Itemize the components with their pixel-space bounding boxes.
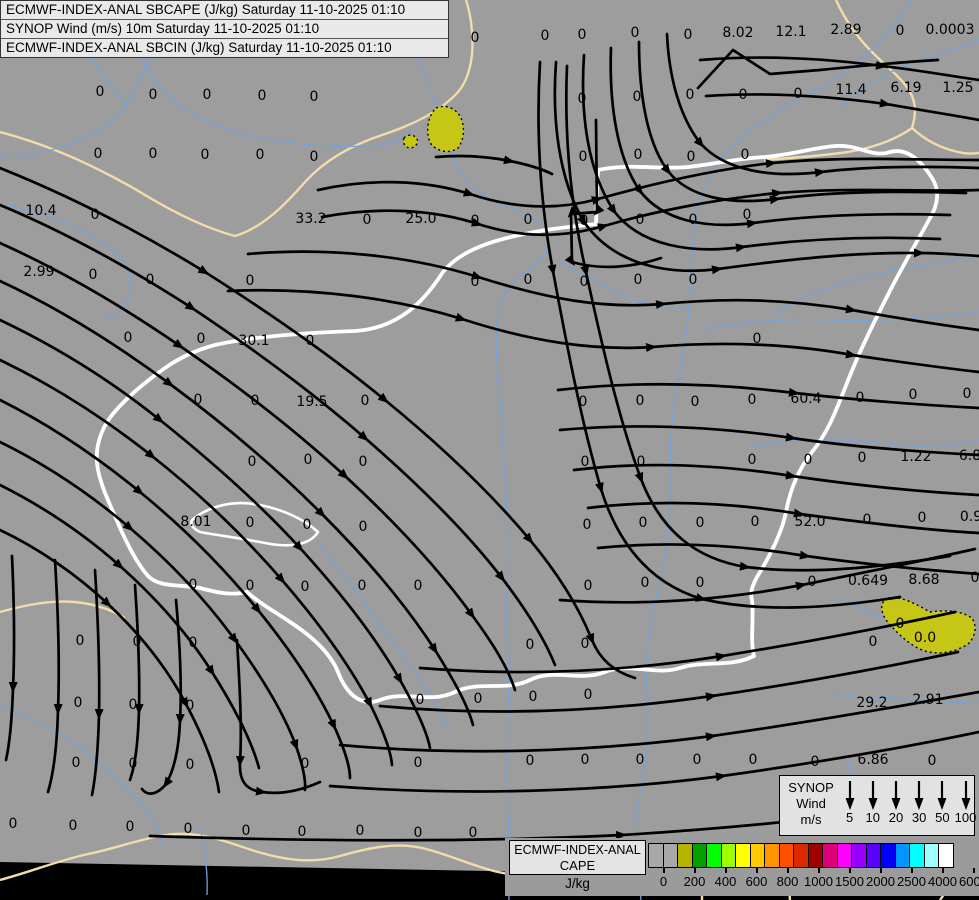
cape-color-cell (851, 843, 867, 868)
down-arrow-icon (935, 779, 949, 811)
cape-legend-source: ECMWF-INDEX-ANAL (510, 842, 645, 858)
tick-mark (880, 868, 882, 873)
cape-color-cell (706, 843, 722, 868)
down-arrow-icon (843, 779, 857, 811)
cape-color-cell (663, 843, 679, 868)
cape-colorbar-ticks: 0200400600800100015002000250040006000 (648, 868, 974, 894)
cape-color-cell (648, 843, 664, 868)
wind-speed-label: 5 (846, 810, 853, 825)
down-arrow-icon (889, 779, 903, 811)
wind-legend-scale: 5 10 20 30 50 100 (838, 779, 977, 825)
cape-color-cell (822, 843, 838, 868)
wind-legend-title: SYNOP Wind m/s (784, 780, 838, 828)
tick-mark (756, 868, 758, 873)
cape-color-cell (837, 843, 853, 868)
wind-speed-label: 50 (935, 810, 949, 825)
header-line-sbcape: ECMWF-INDEX-ANAL SBCAPE (J/kg) Saturday … (1, 1, 448, 20)
header-line-wind: SYNOP Wind (m/s) 10m Saturday 11-10-2025… (1, 20, 448, 39)
tick-mark (973, 868, 975, 873)
map-canvas (0, 0, 979, 900)
tick-mark (663, 868, 665, 873)
cape-colorbar (648, 843, 954, 868)
tick-mark (694, 868, 696, 873)
cape-color-cell (735, 843, 751, 868)
cape-color-cell (779, 843, 795, 868)
down-arrow-icon (959, 779, 973, 811)
cape-legend-units: J/kg (509, 876, 646, 891)
cape-color-cell (924, 843, 940, 868)
wind-legend: SYNOP Wind m/s 5 10 20 30 50 100 (779, 775, 975, 836)
tick-mark (725, 868, 727, 873)
tick-label: 6000 (952, 874, 979, 889)
tick-mark (787, 868, 789, 873)
wind-scale-column: 100 (954, 779, 977, 825)
cape-color-cell (909, 843, 925, 868)
cape-color-cell (692, 843, 708, 868)
wind-legend-units: m/s (784, 812, 838, 828)
wind-scale-column: 30 (908, 779, 931, 825)
wind-legend-source: SYNOP (784, 780, 838, 796)
tick-mark (818, 868, 820, 873)
wind-speed-label: 10 (866, 810, 880, 825)
wind-scale-column: 5 (838, 779, 861, 825)
wind-scale-column: 10 (861, 779, 884, 825)
wind-speed-label: 30 (912, 810, 926, 825)
wind-speed-label: 20 (889, 810, 903, 825)
cape-legend-titlebox: ECMWF-INDEX-ANAL CAPE (509, 840, 646, 875)
tick-mark (849, 868, 851, 873)
cape-color-cell (750, 843, 766, 868)
wind-speed-label: 100 (955, 810, 977, 825)
tick-mark (942, 868, 944, 873)
map-background (0, 0, 979, 900)
cape-legend-param: CAPE (510, 858, 645, 873)
wind-scale-column: 50 (931, 779, 954, 825)
wind-scale-column: 20 (884, 779, 907, 825)
cape-color-cell (721, 843, 737, 868)
cape-color-cell (880, 843, 896, 868)
down-arrow-icon (866, 779, 880, 811)
cape-color-cell (793, 843, 809, 868)
tick-mark (911, 868, 913, 873)
header-line-sbcin: ECMWF-INDEX-ANAL SBCIN (J/kg) Saturday 1… (1, 39, 448, 57)
cape-color-cell (808, 843, 824, 868)
cape-color-cell (895, 843, 911, 868)
map-header: ECMWF-INDEX-ANAL SBCAPE (J/kg) Saturday … (0, 0, 449, 58)
cape-color-cell (677, 843, 693, 868)
cape-color-cell (866, 843, 882, 868)
down-arrow-icon (912, 779, 926, 811)
cape-color-cell (938, 843, 954, 868)
wind-legend-param: Wind (784, 796, 838, 812)
weather-map-stage: 8.0212.12.890.00030000000011.46.191.2500… (0, 0, 979, 900)
cape-color-cell (764, 843, 780, 868)
